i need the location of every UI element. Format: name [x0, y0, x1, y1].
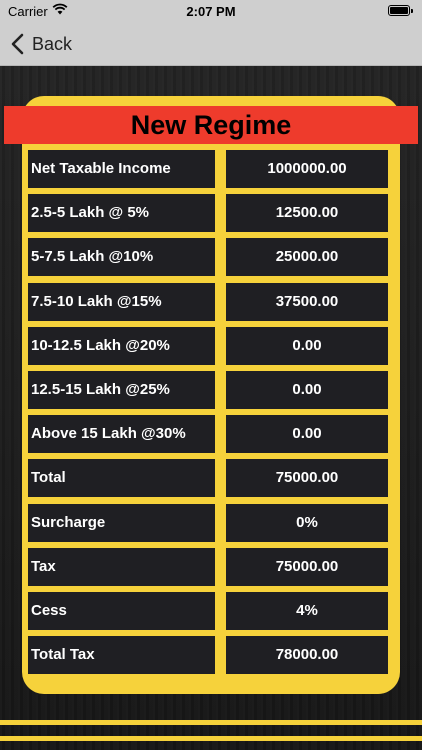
row-label: Cess	[28, 592, 215, 630]
row-label: Above 15 Lakh @30%	[28, 415, 215, 454]
row-value: 0.00	[226, 326, 388, 365]
row-label: 5-7.5 Lakh @10%	[28, 238, 215, 277]
table-row: 7.5-10 Lakh @15% 37500.00	[28, 282, 388, 321]
back-label: Back	[32, 33, 73, 54]
row-value: 25000.00	[226, 238, 388, 277]
row-value: 0.00	[226, 415, 388, 454]
table-row: Net Taxable Income 1000000.00	[28, 150, 388, 188]
table-row: Surcharge 0%	[28, 503, 388, 542]
row-value: 12500.00	[226, 194, 388, 233]
battery-icon	[388, 5, 413, 16]
page-title: New Regime	[4, 106, 418, 144]
row-value: 75000.00	[226, 547, 388, 586]
row-label: 7.5-10 Lakh @15%	[28, 282, 215, 321]
row-label: Tax	[28, 547, 215, 586]
table-row: 5-7.5 Lakh @10% 25000.00	[28, 238, 388, 277]
back-button[interactable]: Back	[10, 31, 72, 57]
table-row: 10-12.5 Lakh @20% 0.00	[28, 326, 388, 365]
table-row: Total Tax 78000.00	[28, 636, 388, 675]
table-row: Cess 4%	[28, 592, 388, 630]
row-value: 78000.00	[226, 636, 388, 675]
row-value: 75000.00	[226, 459, 388, 498]
row-label: 2.5-5 Lakh @ 5%	[28, 194, 215, 233]
row-value: 0.00	[226, 371, 388, 409]
row-label: Total Tax	[28, 636, 215, 675]
navigation-bar: Back	[0, 22, 422, 66]
table-row: Tax 75000.00	[28, 547, 388, 586]
chevron-left-icon	[11, 33, 24, 55]
row-label: 10-12.5 Lakh @20%	[28, 326, 215, 365]
clock: 2:07 PM	[186, 4, 236, 19]
table-row: Above 15 Lakh @30% 0.00	[28, 415, 388, 454]
divider-line	[0, 736, 422, 741]
divider-line	[0, 720, 422, 725]
row-value: 37500.00	[226, 282, 388, 321]
row-label: Surcharge	[28, 503, 215, 542]
status-bar: Carrier 2:07 PM	[0, 0, 422, 22]
row-value: 1000000.00	[226, 150, 388, 188]
row-label: Net Taxable Income	[28, 150, 215, 188]
table-row: 2.5-5 Lakh @ 5% 12500.00	[28, 194, 388, 233]
row-label: 12.5-15 Lakh @25%	[28, 371, 215, 409]
row-value: 4%	[226, 592, 388, 630]
row-label: Total	[28, 459, 215, 498]
row-value: 0%	[226, 503, 388, 542]
table-row: Total 75000.00	[28, 459, 388, 498]
table-row: 12.5-15 Lakh @25% 0.00	[28, 371, 388, 409]
